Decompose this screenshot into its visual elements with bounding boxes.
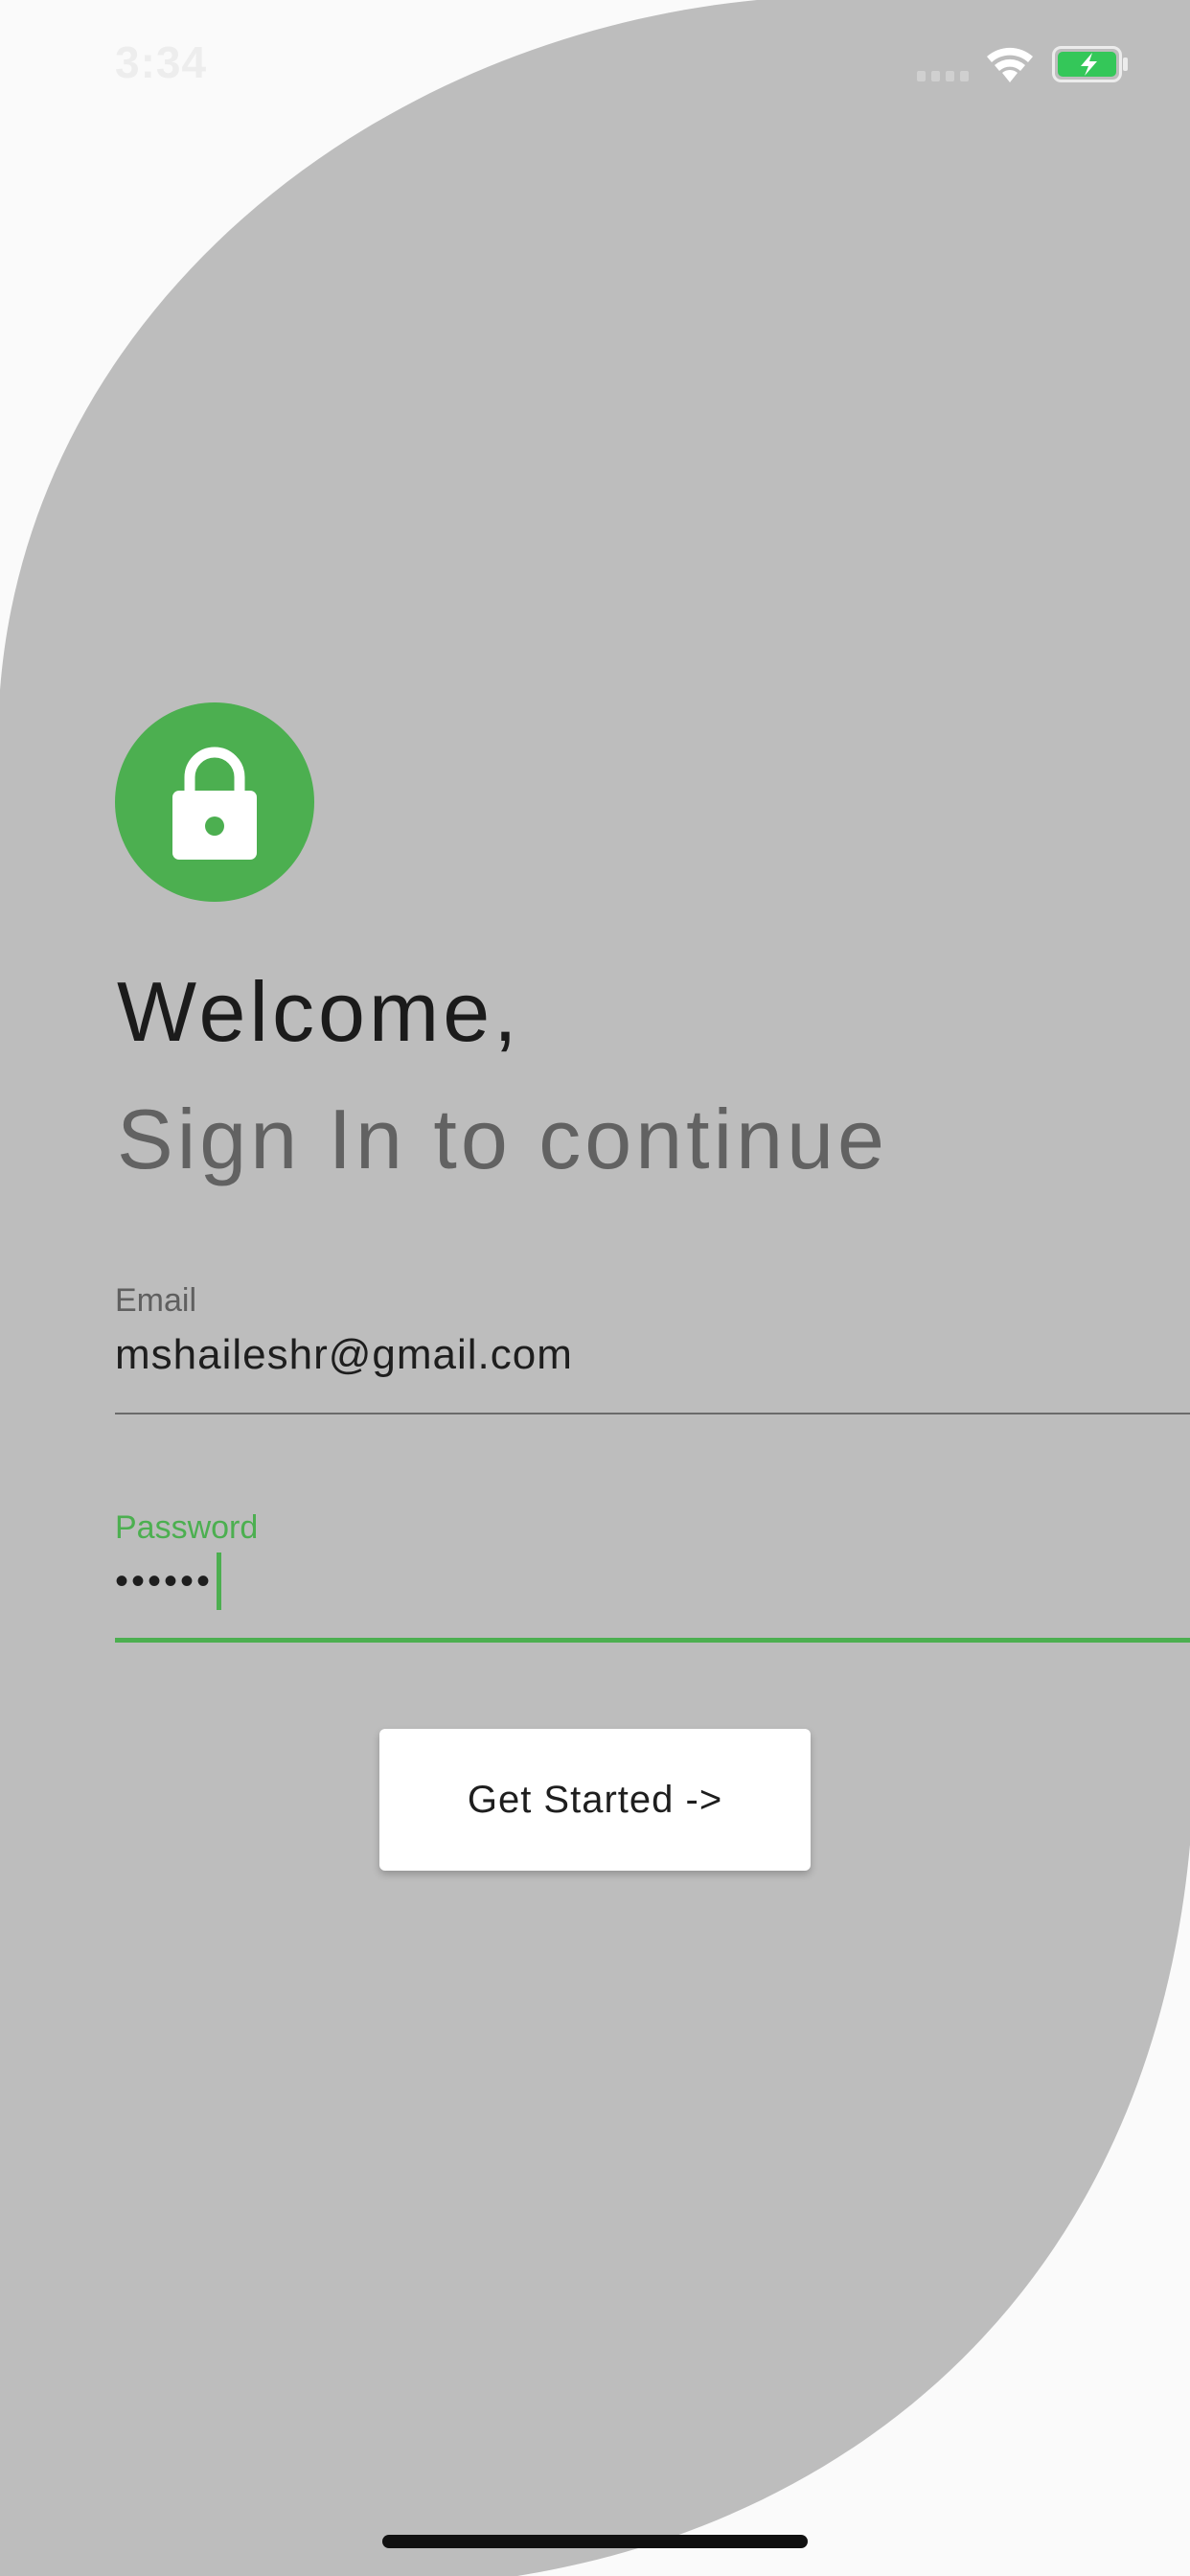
cellular-signal-icon (917, 71, 969, 81)
email-underline (115, 1413, 1190, 1414)
email-label: Email (115, 1282, 197, 1319)
lock-avatar (115, 702, 314, 902)
text-cursor (217, 1552, 222, 1610)
password-masked-value: •••••• (115, 1559, 214, 1602)
home-indicator (382, 2535, 808, 2548)
login-screen: 3:34 Welcome, Sign In to continue Email … (0, 0, 1190, 2576)
email-field[interactable] (115, 1326, 1190, 1384)
sign-in-subtitle: Sign In to continue (117, 1092, 888, 1186)
get-started-button[interactable]: Get Started -> (379, 1729, 811, 1871)
wifi-icon (987, 47, 1033, 82)
welcome-heading: Welcome, (117, 964, 521, 1059)
password-underline (115, 1638, 1190, 1643)
battery-charging-icon (1052, 46, 1128, 82)
status-bar: 3:34 (0, 0, 1190, 125)
lock-icon (172, 747, 257, 860)
status-time: 3:34 (115, 37, 208, 87)
password-label: Password (115, 1509, 259, 1546)
password-field[interactable]: •••••• (115, 1552, 222, 1610)
